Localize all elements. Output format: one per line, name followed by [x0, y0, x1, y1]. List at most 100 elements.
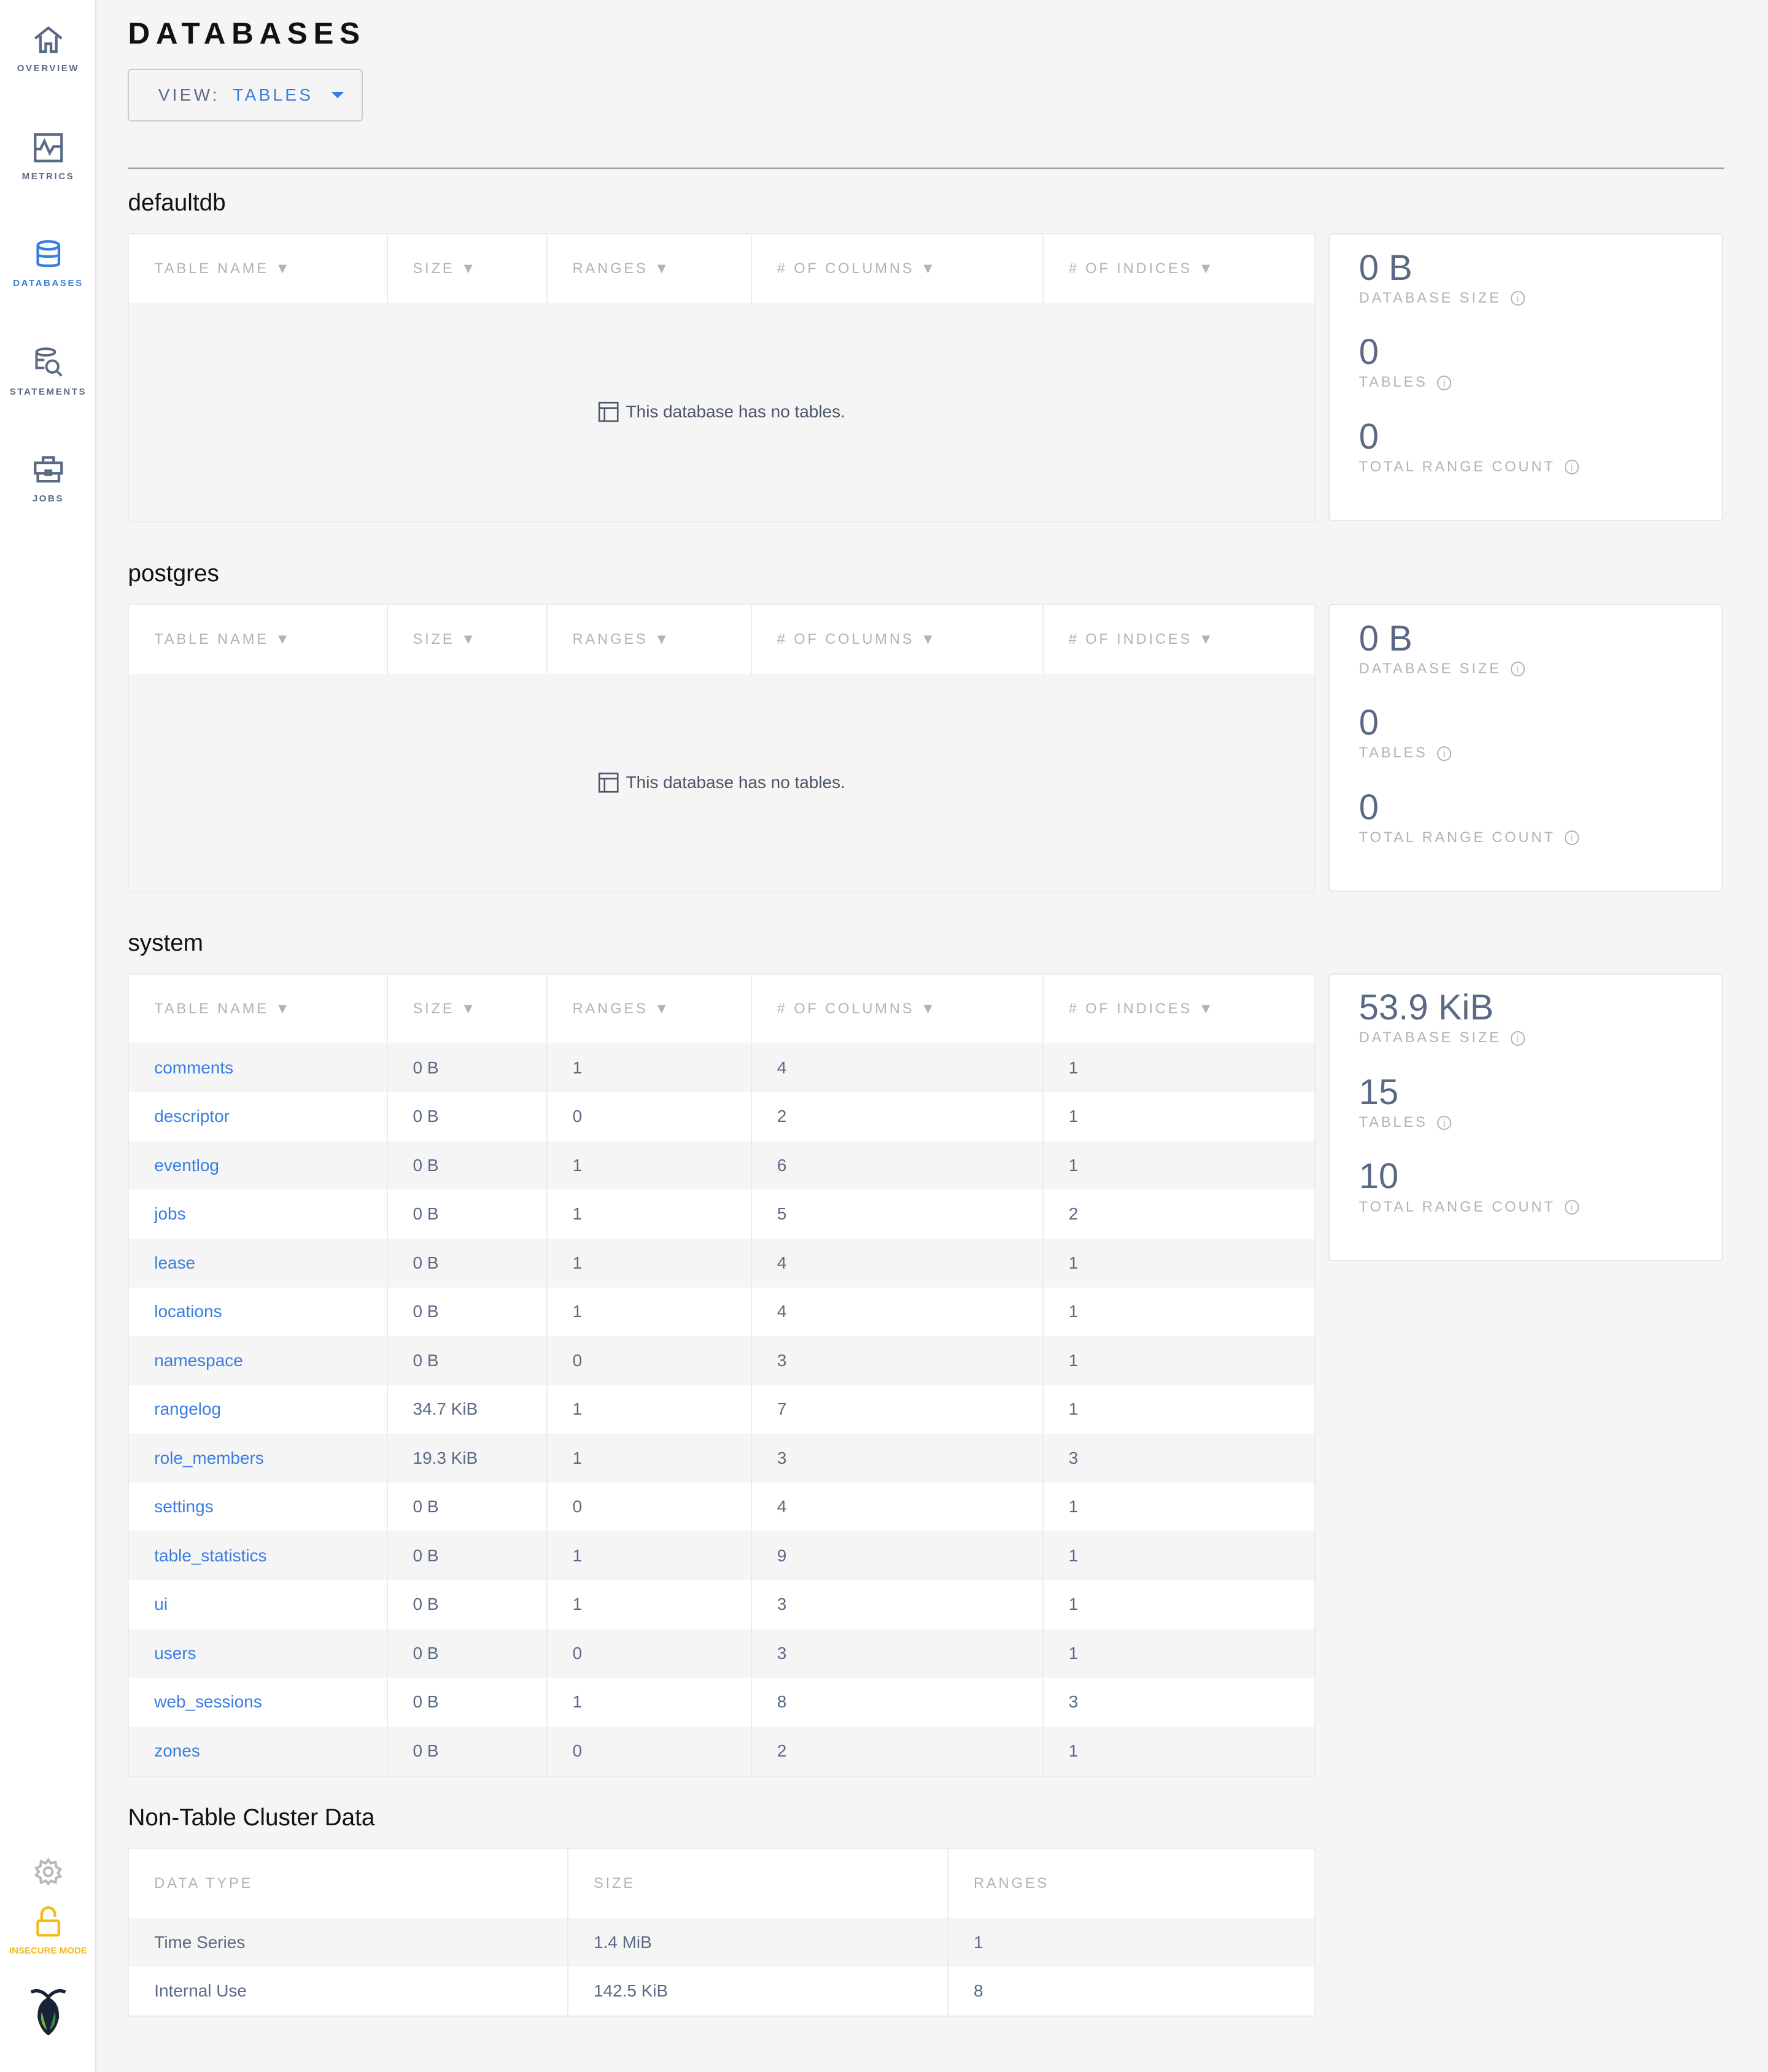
table-cell: 3	[752, 1336, 1044, 1385]
page-title: DATABASES	[128, 16, 366, 50]
table-link[interactable]: ui	[154, 1595, 168, 1614]
table-link[interactable]: jobs	[154, 1204, 185, 1223]
table-cell: 19.3 KiB	[388, 1434, 548, 1483]
table-link[interactable]: eventlog	[154, 1156, 219, 1175]
column-header[interactable]: # OF INDICES ▼	[1044, 234, 1314, 303]
database-name: system	[128, 930, 203, 957]
table-cell: 0	[548, 1092, 752, 1141]
database-table: TABLE NAME ▼ SIZE ▼ RANGES ▼ # OF COLUMNS ▼…	[128, 973, 1316, 1777]
column-header[interactable]: SIZE ▼	[388, 975, 548, 1043]
info-icon[interactable]: i	[1510, 291, 1526, 306]
table-cell: 0 B	[388, 1531, 548, 1580]
database-icon	[36, 240, 60, 268]
table-row: users 0 B03 1	[129, 1629, 1314, 1678]
table-link[interactable]: rangelog	[154, 1399, 221, 1418]
table-link[interactable]: users	[154, 1644, 196, 1663]
stat-tables: 15 TABLES i	[1359, 1070, 1722, 1154]
sidebar-item-metrics[interactable]: METRICS	[0, 132, 96, 182]
view-dropdown[interactable]: VIEW: TABLES	[128, 68, 363, 122]
info-icon[interactable]: i	[1564, 830, 1580, 846]
non-table-data-table: DATA TYPE SIZE RANGES Time Series 1.4 MiB 1 In…	[128, 1848, 1316, 2017]
table-cell: 1	[1068, 1057, 1079, 1077]
sidebar-item-statements[interactable]: STATEMENTS	[0, 347, 96, 397]
column-header[interactable]: RANGES ▼	[548, 975, 752, 1043]
table-cell: Internal Use	[129, 1966, 569, 2016]
table-cell: 3	[752, 1434, 1044, 1483]
table-cell: 0 B	[388, 1092, 548, 1141]
table-cell: 5	[752, 1189, 1044, 1239]
table-link[interactable]: lease	[154, 1253, 195, 1272]
table-row: ui 0 B131	[129, 1580, 1314, 1629]
column-header[interactable]: # OF INDICES ▼	[1044, 605, 1314, 674]
table-cell: 2	[1068, 1204, 1079, 1224]
table-cell: 1	[1068, 1595, 1079, 1614]
table-link[interactable]: namespace	[154, 1351, 242, 1370]
table-cell: 1	[1068, 1741, 1079, 1760]
table-cell: 1	[1068, 1107, 1079, 1126]
gear-icon	[34, 1857, 63, 1886]
column-header[interactable]: # OF INDICES ▼	[1044, 975, 1314, 1043]
table-cell: 1.4 MiB	[568, 1917, 949, 1967]
table-link[interactable]: zones	[154, 1741, 200, 1760]
table-cell: Time Series	[129, 1917, 569, 1967]
info-icon[interactable]: i	[1564, 1200, 1580, 1215]
column-header[interactable]: # OF COLUMNS ▼	[752, 605, 1044, 675]
column-header[interactable]: SIZE ▼	[388, 605, 548, 675]
table-row: settings 0 B04 1	[129, 1482, 1314, 1532]
info-icon[interactable]: i	[1436, 1115, 1452, 1131]
table-link[interactable]: table_statistics	[154, 1546, 266, 1565]
column-header[interactable]: RANGES ▼	[548, 605, 752, 675]
table-link[interactable]: descriptor	[154, 1107, 230, 1126]
table-cell: 0 B	[388, 1629, 548, 1678]
table-link[interactable]: role_members	[154, 1448, 264, 1467]
info-icon[interactable]: i	[1510, 662, 1526, 676]
table-cell: 0 B	[388, 1726, 548, 1776]
info-icon[interactable]: i	[1510, 1031, 1526, 1046]
settings-button[interactable]	[0, 1857, 96, 1894]
table-header: DATA TYPE SIZE RANGES	[129, 1849, 1314, 1918]
column-header[interactable]: TABLE NAME ▼	[129, 975, 388, 1043]
home-icon	[34, 26, 63, 53]
table-row: namespace 0 B03 1	[129, 1336, 1314, 1385]
table-link[interactable]: locations	[154, 1302, 222, 1321]
table-cell: 4	[752, 1238, 1044, 1288]
table-row: eventlog 0 B161	[129, 1140, 1314, 1190]
sidebar: OVERVIEW METRICS DATABASES STATEMENTS JO…	[0, 0, 96, 2072]
info-icon[interactable]: i	[1436, 375, 1452, 390]
column-header[interactable]: TABLE NAME ▼	[129, 605, 388, 675]
table-link[interactable]: web_sessions	[154, 1692, 262, 1711]
info-icon[interactable]: i	[1564, 460, 1580, 475]
sidebar-item-databases[interactable]: DATABASES	[0, 239, 96, 288]
column-header: DATA TYPE	[129, 1849, 569, 1918]
table-cell: 1	[1068, 1643, 1079, 1663]
table-cell: 1	[548, 1140, 752, 1190]
table-link[interactable]: comments	[154, 1058, 233, 1077]
column-header[interactable]: # OF COLUMNS ▼	[752, 234, 1044, 304]
table-cell: 142.5 KiB	[568, 1966, 949, 2016]
sidebar-item-jobs[interactable]: JOBS	[0, 454, 96, 504]
column-header[interactable]: RANGES ▼	[548, 234, 752, 304]
stat-ranges: 0 TOTAL RANGE COUNT i	[1359, 414, 1722, 499]
table-link[interactable]: settings	[154, 1497, 213, 1516]
table-cell: 0	[548, 1726, 752, 1776]
table-row: role_members 19.3 KiB 1 3 3	[129, 1434, 1314, 1483]
table-cell: 9	[752, 1531, 1044, 1580]
table-cell: 3	[752, 1629, 1044, 1678]
empty-state: This database has no tables.	[129, 303, 1314, 521]
table-cell: 0	[548, 1482, 752, 1532]
table-cell: 8	[973, 1981, 983, 2001]
table-cell: 0 B	[388, 1580, 548, 1629]
column-header[interactable]: SIZE ▼	[388, 234, 548, 304]
column-header[interactable]: TABLE NAME ▼	[129, 234, 388, 304]
table-cell: 4	[752, 1287, 1044, 1337]
table-cell: 0 B	[388, 1189, 548, 1239]
cockroach-logo[interactable]	[0, 1987, 96, 2045]
unlocked-icon	[36, 1906, 60, 1937]
sidebar-item-overview[interactable]: OVERVIEW	[0, 24, 96, 74]
table-cell: 8	[752, 1677, 1044, 1727]
info-icon[interactable]: i	[1436, 746, 1452, 761]
statements-icon	[35, 347, 63, 377]
column-header[interactable]: # OF COLUMNS ▼	[752, 975, 1044, 1043]
table-cell: 1	[1068, 1399, 1079, 1419]
table-cell: 1	[548, 1385, 752, 1434]
